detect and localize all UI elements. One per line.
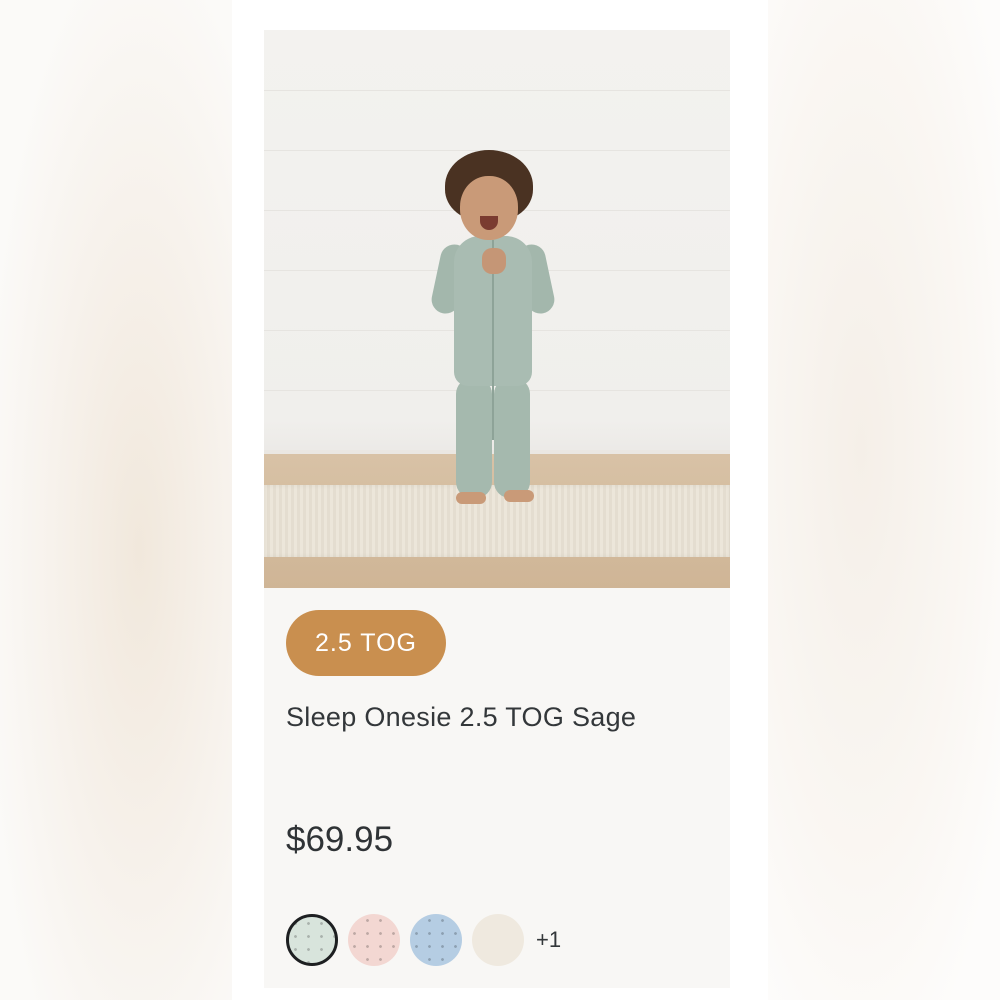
swatch-berries[interactable]	[348, 914, 400, 966]
swatch-night-sky[interactable]	[410, 914, 462, 966]
product-image[interactable]	[264, 30, 730, 588]
swatch-pattern	[410, 914, 462, 966]
background-blur-left	[0, 0, 232, 1000]
swatch-oatmeal[interactable]	[472, 914, 524, 966]
hands	[482, 248, 506, 274]
background-blur-right	[768, 0, 1000, 1000]
product-title[interactable]: Sleep Onesie 2.5 TOG Sage	[286, 702, 726, 733]
child-model	[424, 148, 564, 528]
foot	[456, 492, 486, 504]
color-swatches: +1	[286, 912, 561, 968]
foot	[504, 490, 534, 502]
swatch-sage[interactable]	[286, 914, 338, 966]
product-card[interactable]: 2.5 TOG Sleep Onesie 2.5 TOG Sage $69.95…	[264, 30, 730, 988]
product-frame: 2.5 TOG Sleep Onesie 2.5 TOG Sage $69.95…	[232, 0, 768, 1000]
swatch-pattern	[348, 914, 400, 966]
tog-badge: 2.5 TOG	[286, 610, 446, 676]
more-swatches-link[interactable]: +1	[536, 927, 561, 953]
leg	[494, 378, 530, 498]
leg	[456, 378, 492, 498]
face	[460, 176, 518, 240]
product-price: $69.95	[286, 820, 394, 859]
swatch-pattern	[289, 917, 335, 963]
wall-line	[264, 90, 730, 91]
